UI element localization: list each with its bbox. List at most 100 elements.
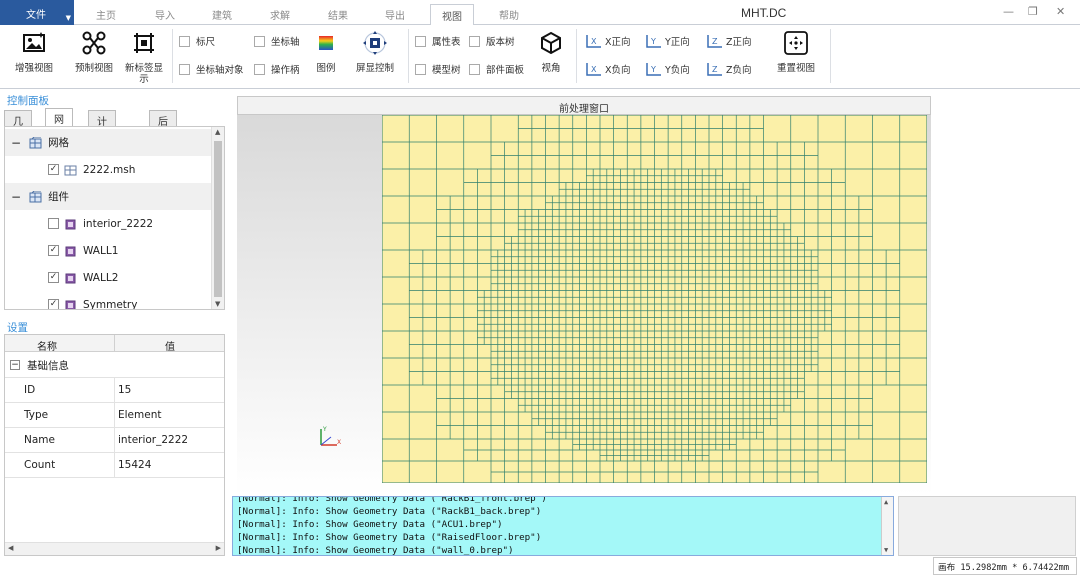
output-console[interactable]: [Normal]: Info: Show Geometry Data ("Rac… <box>232 496 894 556</box>
tree-item-mesh-file[interactable]: ✓ 2222.msh <box>5 156 211 183</box>
part-panel-checkbox[interactable]: 部件面板 <box>469 62 524 76</box>
version-tree-checkbox-box[interactable] <box>469 35 480 47</box>
tab-solve[interactable]: 求解 <box>270 7 290 22</box>
tree-scroll-thumb[interactable] <box>214 141 222 297</box>
tab-import[interactable]: 导入 <box>155 7 175 22</box>
property-table-checkbox-box[interactable] <box>415 35 426 47</box>
property-value[interactable]: 15424 <box>118 459 151 471</box>
col-name-header: 名称 <box>37 342 57 353</box>
reset-view-button[interactable]: 重置视图 <box>770 25 822 74</box>
y-negative-view-button[interactable]: Y Y负向 <box>645 61 690 77</box>
restore-icon[interactable]: ❐ <box>1028 5 1038 18</box>
coord-axis-checkbox[interactable]: 坐标轴 <box>254 34 300 48</box>
tree-scrollbar[interactable]: ▲ ▼ <box>211 127 224 309</box>
collapse-icon[interactable]: − <box>11 136 21 150</box>
property-value[interactable]: 15 <box>118 384 131 396</box>
file-menu-tab[interactable]: 文件 ▼ <box>0 0 74 25</box>
tab-export[interactable]: 导出 <box>385 7 405 22</box>
collapse-icon[interactable]: − <box>10 360 20 370</box>
x-positive-view-button[interactable]: X X正向 <box>585 33 631 49</box>
z-negative-view-button[interactable]: Z Z负向 <box>706 61 752 77</box>
minimize-icon[interactable]: — <box>1003 5 1014 18</box>
new-tag-display-button[interactable]: 新标签显 示 <box>121 25 167 85</box>
tree-label: WALL1 <box>83 244 119 257</box>
mesh-tree: − 网格 ✓ 2222.msh − 组件 interior_2222 ✓ WAL… <box>4 126 225 310</box>
tree-item-wall2[interactable]: ✓ WALL2 <box>5 264 211 291</box>
mesh-icon <box>29 136 42 148</box>
tree-group-mesh[interactable]: − 网格 <box>5 129 211 156</box>
svg-text:Z: Z <box>712 37 718 46</box>
tree-item-symmetry[interactable]: ✓ Symmetry <box>5 291 211 309</box>
coord-axis-object-checkbox-box[interactable] <box>179 63 190 75</box>
tree-checkbox[interactable]: ✓ <box>48 245 59 256</box>
scroll-up-icon[interactable]: ▲ <box>215 128 220 136</box>
enhance-view-button[interactable]: 增强视图 <box>8 25 60 74</box>
ruler-checkbox-box[interactable] <box>179 35 190 47</box>
section-basic-info[interactable]: − 基础信息 <box>5 353 224 378</box>
svg-text:Y: Y <box>650 37 656 46</box>
axis-z-icon: Z <box>707 63 722 76</box>
scroll-up-icon[interactable]: ▲ <box>884 498 888 506</box>
screen-control-button[interactable]: 屏显控制 <box>352 25 398 74</box>
coord-axis-checkbox-box[interactable] <box>254 35 265 47</box>
property-table-checkbox[interactable]: 属性表 <box>415 34 461 48</box>
close-icon[interactable]: ✕ <box>1056 5 1065 18</box>
version-tree-checkbox[interactable]: 版本树 <box>469 34 515 48</box>
y-positive-view-button[interactable]: Y Y正向 <box>645 33 690 49</box>
scroll-left-icon[interactable]: ◀ <box>8 544 13 552</box>
tree-label: 网格 <box>48 137 70 149</box>
tree-group-components[interactable]: − 组件 <box>5 183 211 210</box>
tab-building[interactable]: 建筑 <box>212 7 232 22</box>
tab-geometry[interactable]: 几何 <box>4 110 32 143</box>
image-icon <box>23 32 45 52</box>
tree-label: 2222.msh <box>83 163 136 176</box>
tab-view[interactable]: 视图 <box>430 4 474 26</box>
handle-checkbox[interactable]: 操作柄 <box>254 62 300 76</box>
tab-results[interactable]: 结果 <box>328 7 348 22</box>
ribbon-separator <box>172 29 173 83</box>
tab-home[interactable]: 主页 <box>96 7 116 22</box>
coord-axis-object-checkbox[interactable]: 坐标轴对象 <box>179 62 244 76</box>
tree-checkbox[interactable]: ✓ <box>48 299 59 309</box>
mesh-canvas[interactable] <box>382 115 927 483</box>
collapse-icon[interactable]: − <box>11 190 21 204</box>
handle-checkbox-box[interactable] <box>254 63 265 75</box>
enhance-view-label: 增强视图 <box>14 63 53 74</box>
property-key: Name <box>24 434 55 446</box>
cube-icon <box>541 31 561 55</box>
preprocess-viewport[interactable]: Y X <box>237 115 931 495</box>
model-tree-checkbox[interactable]: 模型树 <box>415 62 461 76</box>
legend-button[interactable]: 图例 <box>310 25 342 74</box>
scroll-down-icon[interactable]: ▼ <box>884 546 888 554</box>
svg-text:X: X <box>337 439 341 446</box>
console-scrollbar[interactable]: ▲ ▼ <box>881 497 893 555</box>
scroll-down-icon[interactable]: ▼ <box>215 300 220 308</box>
property-value[interactable]: interior_2222 <box>118 434 188 446</box>
z-positive-label: Z正向 <box>726 37 752 48</box>
model-tree-checkbox-box[interactable] <box>415 63 426 75</box>
scroll-right-icon[interactable]: ▶ <box>216 544 221 552</box>
ribbon-tab-bar: 文件 ▼ 主页 导入 建筑 求解 结果 导出 视图 帮助 MHT.DC — ❐ … <box>0 0 1080 26</box>
tab-help[interactable]: 帮助 <box>499 7 519 22</box>
network-icon <box>82 31 106 55</box>
tab-mesh[interactable]: 网格 <box>45 108 73 141</box>
z-positive-view-button[interactable]: Z Z正向 <box>706 33 752 49</box>
tree-item-interior[interactable]: interior_2222 <box>5 210 211 237</box>
tab-postprocess[interactable]: 后处理 <box>149 110 177 158</box>
x-negative-view-button[interactable]: X X负向 <box>585 61 631 77</box>
view-angle-button[interactable]: 视角 <box>533 25 569 74</box>
tab-analysis[interactable]: 计算分析 <box>88 110 116 173</box>
tree-checkbox[interactable] <box>48 218 59 229</box>
property-table-label: 属性表 <box>432 37 461 48</box>
property-value[interactable]: Element <box>118 409 161 421</box>
tree-checkbox[interactable]: ✓ <box>48 164 59 175</box>
ruler-checkbox[interactable]: 标尺 <box>179 34 215 48</box>
part-icon <box>65 219 76 229</box>
tree-item-wall1[interactable]: ✓ WALL1 <box>5 237 211 264</box>
preset-view-button[interactable]: 预制视图 <box>68 25 120 74</box>
properties-hscrollbar[interactable]: ◀ ▶ <box>5 542 224 555</box>
console-line: [Normal]: Info: Show Geometry Data ("ACU… <box>237 519 503 530</box>
part-panel-checkbox-box[interactable] <box>469 63 480 75</box>
tree-checkbox[interactable]: ✓ <box>48 272 59 283</box>
model-tree-label: 模型树 <box>432 65 461 76</box>
